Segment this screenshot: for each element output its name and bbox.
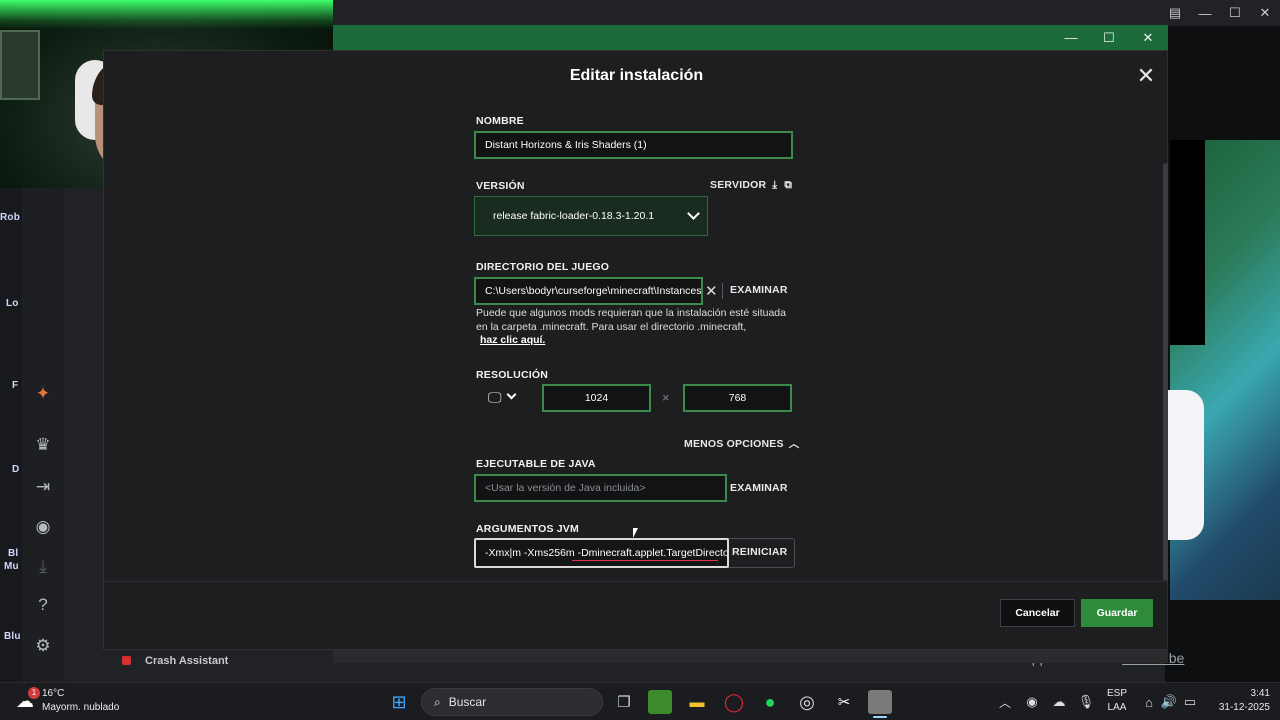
- footer-divider: [104, 581, 1166, 582]
- desktop-icon-label: Lo: [6, 298, 19, 309]
- capcut-icon[interactable]: ✂: [832, 690, 856, 714]
- login-icon[interactable]: ⇥: [30, 474, 56, 500]
- battery-icon[interactable]: ▭: [1178, 690, 1202, 714]
- spellcheck-underline: [572, 560, 718, 561]
- active-app-indicator: [873, 716, 887, 718]
- display-preset-select[interactable]: 🖵: [488, 389, 516, 406]
- discord-icon[interactable]: ◉: [30, 514, 56, 540]
- desktop-icon-label: Bl: [8, 548, 19, 559]
- desktop-icon-label: Rob: [0, 212, 21, 223]
- outer-close-icon[interactable]: ✕: [1250, 0, 1280, 26]
- wand-icon[interactable]: ✦: [30, 381, 56, 407]
- obs-icon[interactable]: ◎: [795, 690, 819, 714]
- download-small-icon: ⤓: [772, 179, 778, 191]
- taskbar-search[interactable]: ⌕ Buscar: [421, 688, 603, 716]
- java-input[interactable]: <Usar la versión de Java incluida>: [474, 474, 727, 502]
- scrollbar[interactable]: [1163, 163, 1168, 581]
- jvm-args-input[interactable]: -Xmx|m -Xms256m -Dminecraft.applet.Targe…: [474, 538, 729, 568]
- game-dir-input[interactable]: C:\Users\bodyr\curseforge\minecraft\Inst…: [474, 277, 703, 305]
- version-select[interactable]: release fabric-loader-0.18.3-1.20.1: [474, 196, 708, 236]
- save-button[interactable]: Guardar: [1081, 599, 1153, 627]
- launcher-titlebar: — ☐ ✕: [333, 25, 1168, 50]
- less-options-label: MENOS OPCIONES: [684, 438, 784, 450]
- monitor-icon: 🖵: [488, 389, 502, 405]
- browse-dir-button[interactable]: EXAMINAR: [730, 284, 788, 296]
- help-text: Puede que algunos mods requieran que la …: [476, 307, 786, 333]
- opera-icon[interactable]: ◯: [722, 690, 746, 714]
- version-label: VERSIÓN: [476, 180, 525, 192]
- help-icon[interactable]: ?: [30, 592, 56, 618]
- crash-icon: [122, 656, 131, 665]
- divider: [722, 283, 723, 299]
- outer-window-controls: ▤ — ☐ ✕: [1160, 0, 1280, 26]
- browse-java-button[interactable]: EXAMINAR: [730, 482, 788, 494]
- download-icon[interactable]: ⤓: [30, 554, 56, 580]
- minecraft-icon[interactable]: [648, 690, 672, 714]
- weather-desc[interactable]: Mayorm. nublado: [42, 702, 119, 713]
- gear-icon[interactable]: ⚙: [30, 633, 56, 659]
- clear-icon[interactable]: ✕: [705, 282, 718, 300]
- edit-installation-dialog: Editar instalación ✕ NOMBRE Distant Hori…: [103, 50, 1168, 650]
- crown-icon[interactable]: ♛: [30, 432, 56, 458]
- outer-minimize-icon[interactable]: —: [1190, 0, 1220, 26]
- search-placeholder: Buscar: [448, 695, 487, 709]
- java-label: EJECUTABLE DE JAVA: [476, 458, 596, 470]
- windows-start-icon[interactable]: ⊞: [387, 690, 411, 714]
- jvm-args-value: -Xmx|m -Xms256m -Dminecraft.applet.Targe…: [485, 547, 729, 559]
- cancel-button[interactable]: Cancelar: [1000, 599, 1075, 627]
- minimize-icon[interactable]: —: [1051, 25, 1091, 50]
- help-link[interactable]: haz clic aquí.: [480, 334, 545, 346]
- creeper-launcher-icon[interactable]: [868, 690, 892, 714]
- language-top[interactable]: ESP: [1104, 688, 1130, 699]
- external-link-icon: ⧉: [784, 179, 793, 191]
- chevron-up-icon: ︿: [788, 438, 800, 450]
- ad-banner[interactable]: [1168, 390, 1204, 540]
- weather-temp[interactable]: 16°C: [42, 688, 64, 699]
- app-sidebar: ✦ ♛ ⇥ ◉ ⤓ ? ⚙: [22, 188, 65, 682]
- desktop-icon-label: F: [12, 380, 19, 391]
- name-label: NOMBRE: [476, 115, 524, 127]
- desktop-icons-rail: Rob Lo F D Bl Mu Blu: [0, 188, 22, 682]
- microphone-icon[interactable]: 🎙: [1074, 690, 1098, 714]
- resolution-separator: ×: [662, 390, 670, 405]
- desktop-icon-label: D: [12, 464, 20, 475]
- maximize-icon[interactable]: ☐: [1089, 25, 1129, 50]
- dialog-title: Editar instalación: [569, 67, 704, 84]
- discord-tray-icon[interactable]: ◉: [1020, 690, 1044, 714]
- crash-label: Crash Assistant: [145, 655, 229, 667]
- tray-chevron-icon[interactable]: ︿: [993, 690, 1017, 714]
- version-value: release fabric-loader-0.18.3-1.20.1: [493, 210, 655, 222]
- spotify-icon[interactable]: ●: [758, 690, 782, 714]
- outer-panel-icon[interactable]: ▤: [1160, 0, 1190, 26]
- mouse-cursor: [633, 528, 638, 538]
- weather-badge: 1: [28, 687, 40, 699]
- outer-maximize-icon[interactable]: ☐: [1220, 0, 1250, 26]
- close-window-icon[interactable]: ✕: [1128, 25, 1168, 50]
- game-dir-label: DIRECTORIO DEL JUEGO: [476, 261, 610, 273]
- crash-assistant-item[interactable]: Crash Assistant: [122, 655, 228, 667]
- desktop-icon-label: Mu: [4, 561, 19, 572]
- close-icon[interactable]: ✕: [1134, 65, 1158, 89]
- server-button[interactable]: SERVIDOR ⤓ ⧉: [710, 179, 792, 192]
- less-options-button[interactable]: MENOS OPCIONES ︿: [684, 436, 799, 451]
- search-icon: ⌕: [434, 694, 441, 709]
- file-explorer-icon[interactable]: ▬: [685, 690, 709, 714]
- chevron-down-icon: [506, 389, 516, 400]
- name-input[interactable]: Distant Horizons & Iris Shaders (1): [474, 131, 793, 159]
- clock-date[interactable]: 31-12-2025: [1208, 702, 1270, 713]
- dark-block: [1170, 140, 1205, 345]
- clock-time[interactable]: 3:41: [1208, 688, 1270, 699]
- server-label: SERVIDOR: [710, 179, 767, 191]
- task-view-icon[interactable]: ❐: [612, 690, 636, 714]
- taskbar: ☁ 1 16°C Mayorm. nublado ⊞ ⌕ Buscar ❐ ▬ …: [0, 682, 1280, 720]
- desktop-icon-label: Blu: [4, 631, 21, 642]
- reset-button[interactable]: REINICIAR: [732, 546, 787, 558]
- resolution-label: RESOLUCIÓN: [476, 369, 549, 381]
- width-input[interactable]: 1024: [542, 384, 651, 412]
- onedrive-icon[interactable]: ☁: [1047, 690, 1071, 714]
- chevron-down-icon: [687, 207, 700, 220]
- height-input[interactable]: 768: [683, 384, 792, 412]
- language-bottom[interactable]: LAA: [1104, 702, 1130, 713]
- jvm-label: ARGUMENTOS JVM: [476, 523, 579, 535]
